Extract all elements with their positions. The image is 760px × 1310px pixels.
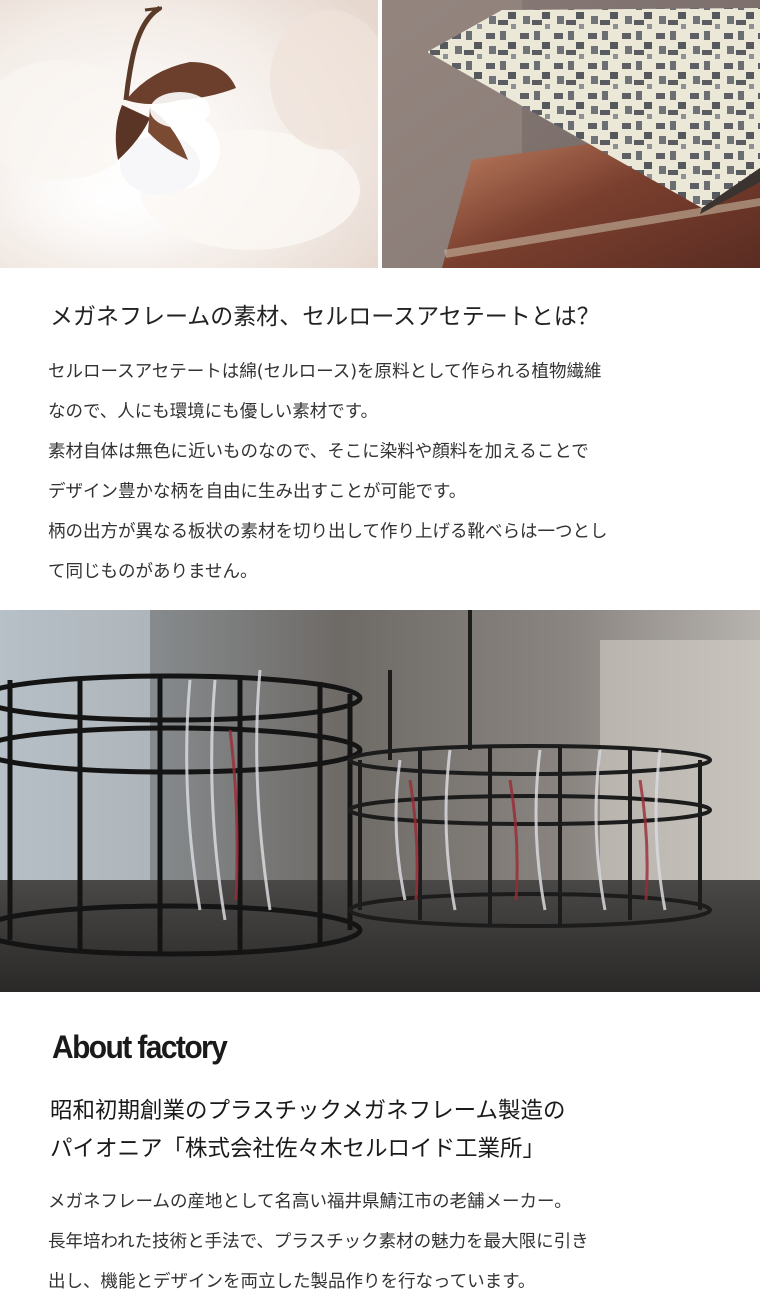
material-heading: メガネフレームの素材、セルロースアセテートとは？ [50, 304, 600, 330]
factory-heading-line-1: 昭和初期創業のプラスチックメガネフレーム製造の [50, 1098, 566, 1124]
about-factory-label: About factory [52, 1030, 228, 1066]
cotton-boll-image [0, 0, 378, 268]
acetate-sheets-image [382, 0, 760, 268]
factory-description: メガネフレームの産地として名高い福井県鯖江市の老舗メーカー。 長年培われた技術と… [48, 1182, 748, 1302]
material-line-4: デザイン豊かな柄を自由に生み出すことが可能です。 [48, 482, 467, 502]
material-description: セルロースアセテートは綿(セルロース)を原料として作られる植物繊維 なので、人に… [48, 352, 738, 592]
material-line-3: 素材自体は無色に近いものなので、そこに染料や顔料を加えることで [48, 442, 589, 462]
factory-line-3: 出し、機能とデザインを両立した製品作りを行なっています。 [48, 1272, 536, 1292]
factory-line-2: 長年培われた技術と手法で、プラスチック素材の魅力を最大限に引き [48, 1232, 589, 1252]
factory-image [0, 610, 760, 992]
material-line-2: なので、人にも環境にも優しい素材です。 [48, 402, 379, 422]
factory-heading-line-2: パイオニア「株式会社佐々木セルロイド工業所」 [50, 1136, 546, 1162]
material-line-6: て同じものがありません。 [48, 562, 258, 582]
factory-heading: 昭和初期創業のプラスチックメガネフレーム製造の パイオニア「株式会社佐々木セルロ… [50, 1092, 750, 1168]
factory-line-1: メガネフレームの産地として名高い福井県鯖江市の老舗メーカー。 [48, 1192, 572, 1212]
material-line-5: 柄の出方が異なる板状の素材を切り出して作り上げる靴べらは一つとし [48, 522, 608, 542]
material-line-1: セルロースアセテートは綿(セルロース)を原料として作られる植物繊維 [48, 362, 602, 382]
